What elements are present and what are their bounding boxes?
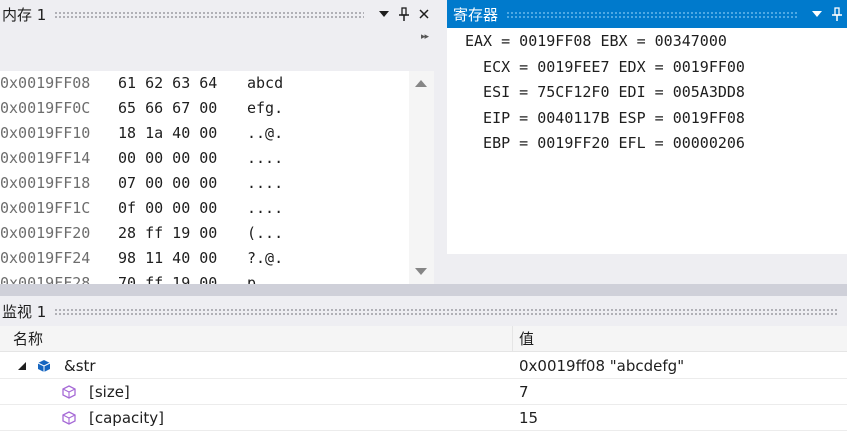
scroll-down-icon[interactable] — [415, 268, 427, 275]
register-line: EIP = 0040117B ESP = 0019FF08 — [465, 108, 745, 127]
memory-ascii: .... — [247, 148, 284, 167]
memory-bytes: 00 00 00 00 — [118, 148, 218, 167]
memory-bytes: 98 11 40 00 — [118, 248, 218, 267]
memory-ascii: efg. — [247, 98, 284, 117]
memory-address: 0x0019FF18 — [0, 173, 91, 192]
memory-bytes: 18 1a 40 00 — [118, 123, 218, 142]
memory-row[interactable]: 0x0019FF14 00 00 00 00.... — [0, 145, 283, 170]
memory-scrollbar[interactable] — [409, 71, 434, 284]
horizontal-splitter[interactable] — [0, 284, 847, 296]
memory-row[interactable]: 0x0019FF10 18 1a 40 00 ..@. — [0, 120, 283, 145]
watch-row[interactable]: [size] 7 — [0, 379, 847, 405]
memory-ascii: .... — [247, 198, 284, 217]
memory-title: 内存 1 — [2, 5, 47, 24]
expand-triangle-icon[interactable] — [18, 362, 26, 370]
watch-value: 15 — [519, 409, 539, 427]
memory-address: 0x0019FF24 — [0, 248, 91, 267]
memory-ascii: abcd — [247, 73, 284, 92]
drag-grip[interactable] — [54, 307, 837, 315]
memory-row[interactable]: 0x0019FF24 98 11 40 00 ?.@. — [0, 245, 283, 270]
memory-bytes: 61 62 63 64 — [118, 73, 218, 92]
watch-name: &str — [64, 357, 96, 375]
close-icon[interactable] — [414, 3, 434, 25]
register-line: ECX = 0019FEE7 EDX = 0019FF00 — [465, 57, 745, 76]
memory-row[interactable]: 0x0019FF08 61 62 63 64 abcd — [0, 71, 283, 95]
pin-icon[interactable] — [827, 3, 847, 25]
memory-address: 0x0019FF1C — [0, 198, 91, 217]
column-header-value[interactable]: 值 — [519, 328, 534, 349]
memory-grid[interactable]: 0x0019FF08 61 62 63 64 abcd 0x0019FF0C 65 66… — [0, 71, 409, 284]
register-line: EAX = 0019FF08 EBX = 00347000 — [465, 32, 727, 50]
watch-window: 监视 1 名称 值 &str 0x0019ff08 "abcdefg" [size]… — [0, 296, 847, 436]
memory-address: 0x0019FF28 — [0, 273, 91, 285]
memory-ascii: ..@. — [247, 123, 284, 142]
register-line: EBP = 0019FF20 EFL = 00000206 — [465, 134, 745, 152]
memory-ascii: (... — [247, 223, 284, 242]
memory-row[interactable]: 0x0019FF0C 65 66 67 00 efg. — [0, 95, 283, 120]
scroll-up-icon[interactable] — [415, 80, 427, 87]
dropdown-arrow-icon[interactable] — [807, 3, 827, 25]
watch-header: 名称 值 — [0, 326, 847, 352]
object-icon — [37, 360, 51, 372]
memory-bytes: 28 ff 19 00 — [118, 223, 218, 242]
memory-titlebar[interactable]: 内存 1 — [0, 0, 434, 28]
memory-row[interactable]: 0x0019FF28 70 ff 19 00 p... — [0, 270, 284, 285]
memory-bytes: 65 66 67 00 — [118, 98, 218, 117]
watch-value: 0x0019ff08 "abcdefg" — [519, 357, 685, 375]
memory-address: 0x0019FF20 — [0, 223, 91, 242]
memory-ascii: ?.@. — [247, 248, 284, 267]
memory-row[interactable]: 0x0019FF1C 0f 00 00 00.... — [0, 195, 283, 220]
memory-window: 内存 1 ▸▸ 0x0019FF08 61 62 63 64 abcd 0x0019F… — [0, 0, 434, 284]
memory-address: 0x0019FF14 — [0, 148, 91, 167]
watch-row[interactable]: [capacity] 15 — [0, 405, 847, 431]
registers-footer — [447, 254, 847, 284]
memory-bytes: 0f 00 00 00 — [118, 198, 218, 217]
memory-address: 0x0019FF0C — [0, 98, 91, 117]
watch-titlebar[interactable]: 监视 1 — [0, 296, 847, 326]
column-header-name[interactable]: 名称 — [13, 328, 43, 349]
memory-row[interactable]: 0x0019FF20 28 ff 19 00 (... — [0, 220, 283, 245]
registers-titlebar[interactable]: 寄存器 — [447, 0, 847, 28]
overflow-chevron-icon[interactable]: ▸▸ — [421, 32, 429, 42]
pin-icon[interactable] — [394, 3, 414, 25]
registers-window: 寄存器 EAX = 0019FF08 EBX = 00347000 ECX = … — [447, 0, 847, 284]
dropdown-arrow-icon[interactable] — [374, 3, 394, 25]
drag-grip[interactable] — [506, 10, 797, 18]
memory-address: 0x0019FF08 — [0, 73, 91, 92]
memory-address: 0x0019FF10 — [0, 123, 91, 142]
member-icon — [62, 385, 76, 399]
memory-bytes: 07 00 00 00 — [118, 173, 218, 192]
memory-ascii: .... — [247, 173, 284, 192]
registers-title: 寄存器 — [453, 5, 499, 24]
watch-value: 7 — [519, 383, 529, 401]
watch-name: [size] — [89, 383, 130, 401]
watch-name: [capacity] — [89, 409, 165, 427]
register-line: ESI = 75CF12F0 EDI = 005A3DD8 — [465, 83, 745, 101]
vertical-splitter[interactable] — [434, 0, 447, 284]
drag-grip[interactable] — [54, 10, 364, 18]
member-icon — [62, 411, 76, 425]
watch-content: 名称 值 &str 0x0019ff08 "abcdefg" [size] 7 [cap… — [0, 326, 847, 436]
column-separator[interactable] — [512, 326, 513, 351]
watch-title: 监视 1 — [2, 302, 47, 321]
memory-row[interactable]: 0x0019FF18 07 00 00 00.... — [0, 170, 283, 195]
memory-ascii: p... — [247, 273, 284, 285]
memory-bytes: 70 ff 19 00 — [118, 273, 218, 285]
registers-content[interactable]: EAX = 0019FF08 EBX = 00347000 ECX = 0019… — [447, 28, 847, 254]
watch-row[interactable]: &str 0x0019ff08 "abcdefg" — [0, 353, 847, 379]
memory-toolbar: ▸▸ — [0, 28, 434, 72]
